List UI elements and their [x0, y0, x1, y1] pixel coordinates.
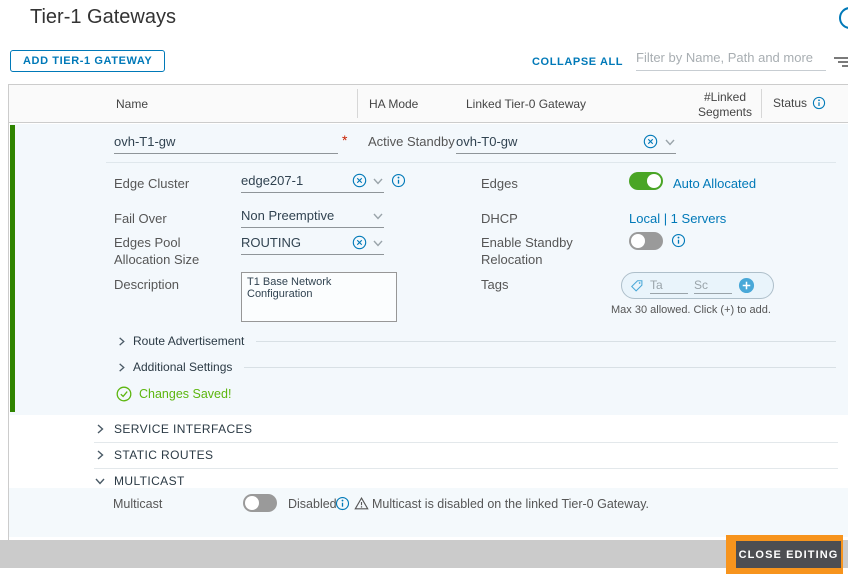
add-tier1-gateway-button[interactable]: ADD TIER-1 GATEWAY — [10, 50, 166, 72]
tags-label: Tags — [481, 277, 509, 292]
clear-selection-icon[interactable] — [352, 173, 367, 188]
changes-saved-status: Changes Saved! — [116, 386, 231, 402]
standby-relocation-info-icon[interactable] — [671, 233, 686, 248]
dhcp-config-link[interactable]: Local | 1 Servers — [629, 211, 726, 226]
required-marker: * — [342, 132, 348, 148]
row-divider — [106, 162, 836, 163]
page-title: Tier-1 Gateways — [30, 6, 176, 28]
warning-icon — [354, 496, 369, 511]
chevron-right-icon — [116, 336, 127, 347]
edge-cluster-label: Edge Cluster — [114, 176, 190, 191]
column-header-ha-mode: HA Mode — [369, 97, 419, 111]
tier1-gateways-page: Tier-1 Gateways ADD TIER-1 GATEWAY COLLA… — [0, 0, 848, 574]
ha-mode-value: Active Standby — [368, 134, 455, 149]
column-divider — [761, 89, 762, 118]
edges-toggle[interactable] — [629, 172, 663, 190]
dhcp-label: DHCP — [481, 211, 518, 226]
gateway-edit-panel: * Active Standby ovh-T0-gw Edge Cluster … — [10, 124, 848, 415]
column-header-status: Status — [773, 96, 826, 110]
chevron-right-icon[interactable] — [94, 449, 106, 461]
edge-cluster-value: edge207-1 — [241, 173, 304, 188]
column-divider — [357, 89, 358, 118]
edges-label: Edges — [481, 176, 518, 191]
multicast-section-label: MULTICAST — [114, 474, 185, 488]
auto-allocated-link[interactable]: Auto Allocated — [673, 176, 756, 191]
section-rule — [256, 340, 836, 342]
chevron-right-icon — [116, 362, 127, 373]
tags-editor[interactable] — [621, 272, 774, 299]
route-advertisement-expander[interactable]: Route Advertisement — [116, 334, 836, 348]
multicast-label: Multicast — [113, 497, 163, 511]
gateway-name-input[interactable] — [114, 134, 338, 149]
clear-selection-icon[interactable] — [643, 134, 658, 149]
column-header-linked-segments: #Linked Segments — [697, 90, 753, 119]
filter-input[interactable] — [636, 48, 826, 71]
section-rule — [244, 366, 836, 368]
editing-indicator-bar — [10, 125, 15, 412]
multicast-info-icon[interactable] — [335, 496, 350, 511]
gateway-name-field[interactable] — [114, 130, 338, 154]
linked-tier0-value: ovh-T0-gw — [456, 134, 518, 149]
edges-pool-allocation-value: ROUTING — [241, 235, 301, 250]
section-static-routes[interactable]: STATIC ROUTES — [10, 442, 848, 468]
static-routes-label: STATIC ROUTES — [114, 448, 214, 462]
edges-pool-allocation-label: Edges Pool Allocation Size — [114, 235, 200, 267]
multicast-detail-panel: Multicast Disabled Multicast is disabled… — [9, 488, 848, 537]
gateways-table: Name HA Mode Linked Tier-0 Gateway #Link… — [8, 84, 848, 540]
clear-selection-icon[interactable] — [352, 235, 367, 250]
linked-tier0-combobox[interactable]: ovh-T0-gw — [456, 130, 676, 154]
column-header-name: Name — [116, 97, 149, 111]
chevron-right-icon[interactable] — [94, 423, 106, 435]
filter-icon[interactable] — [833, 57, 848, 69]
multicast-state-text: Disabled — [288, 497, 337, 511]
column-header-linked-tier0: Linked Tier-0 Gateway — [466, 97, 587, 111]
description-label: Description — [114, 277, 180, 292]
fail-over-dropdown[interactable]: Non Preemptive — [241, 204, 384, 228]
edge-cluster-combobox[interactable]: edge207-1 — [241, 169, 384, 193]
multicast-warning-text: Multicast is disabled on the linked Tier… — [372, 497, 649, 511]
chevron-down-icon[interactable] — [372, 210, 384, 222]
standby-relocation-toggle[interactable] — [629, 232, 663, 250]
success-check-icon — [116, 386, 132, 402]
fail-over-label: Fail Over — [114, 211, 167, 226]
description-textarea[interactable]: T1 Base Network Configuration — [241, 272, 397, 322]
status-info-icon[interactable] — [812, 96, 826, 110]
chevron-down-icon[interactable] — [372, 237, 384, 249]
tag-input[interactable] — [650, 277, 688, 294]
collapse-all-link[interactable]: COLLAPSE ALL — [532, 56, 623, 68]
chevron-down-icon[interactable] — [372, 175, 384, 187]
close-editing-button[interactable]: CLOSE EDITING — [736, 541, 841, 568]
edge-cluster-info-icon[interactable] — [391, 173, 406, 188]
chevron-down-icon[interactable] — [94, 475, 106, 487]
fail-over-value: Non Preemptive — [241, 208, 335, 223]
multicast-toggle[interactable] — [243, 494, 277, 512]
changes-saved-text: Changes Saved! — [139, 387, 232, 401]
section-service-interfaces[interactable]: SERVICE INTERFACES — [10, 416, 848, 442]
standby-relocation-label: Enable Standby Relocation — [481, 235, 573, 267]
service-interfaces-label: SERVICE INTERFACES — [114, 422, 253, 436]
scope-input[interactable] — [694, 277, 732, 294]
tag-icon — [630, 279, 644, 293]
footer-bar — [0, 540, 848, 568]
chevron-down-icon[interactable] — [664, 136, 676, 148]
status-header-label: Status — [773, 96, 808, 110]
additional-settings-expander[interactable]: Additional Settings — [116, 360, 836, 374]
edges-pool-allocation-dropdown[interactable]: ROUTING — [241, 231, 384, 255]
additional-settings-label: Additional Settings — [133, 360, 233, 374]
help-icon[interactable] — [839, 7, 848, 29]
route-advertisement-label: Route Advertisement — [133, 334, 245, 348]
add-tag-button[interactable] — [738, 277, 755, 294]
table-header: Name HA Mode Linked Tier-0 Gateway #Link… — [9, 85, 848, 123]
tags-help-text: Max 30 allowed. Click (+) to add. — [611, 304, 771, 316]
